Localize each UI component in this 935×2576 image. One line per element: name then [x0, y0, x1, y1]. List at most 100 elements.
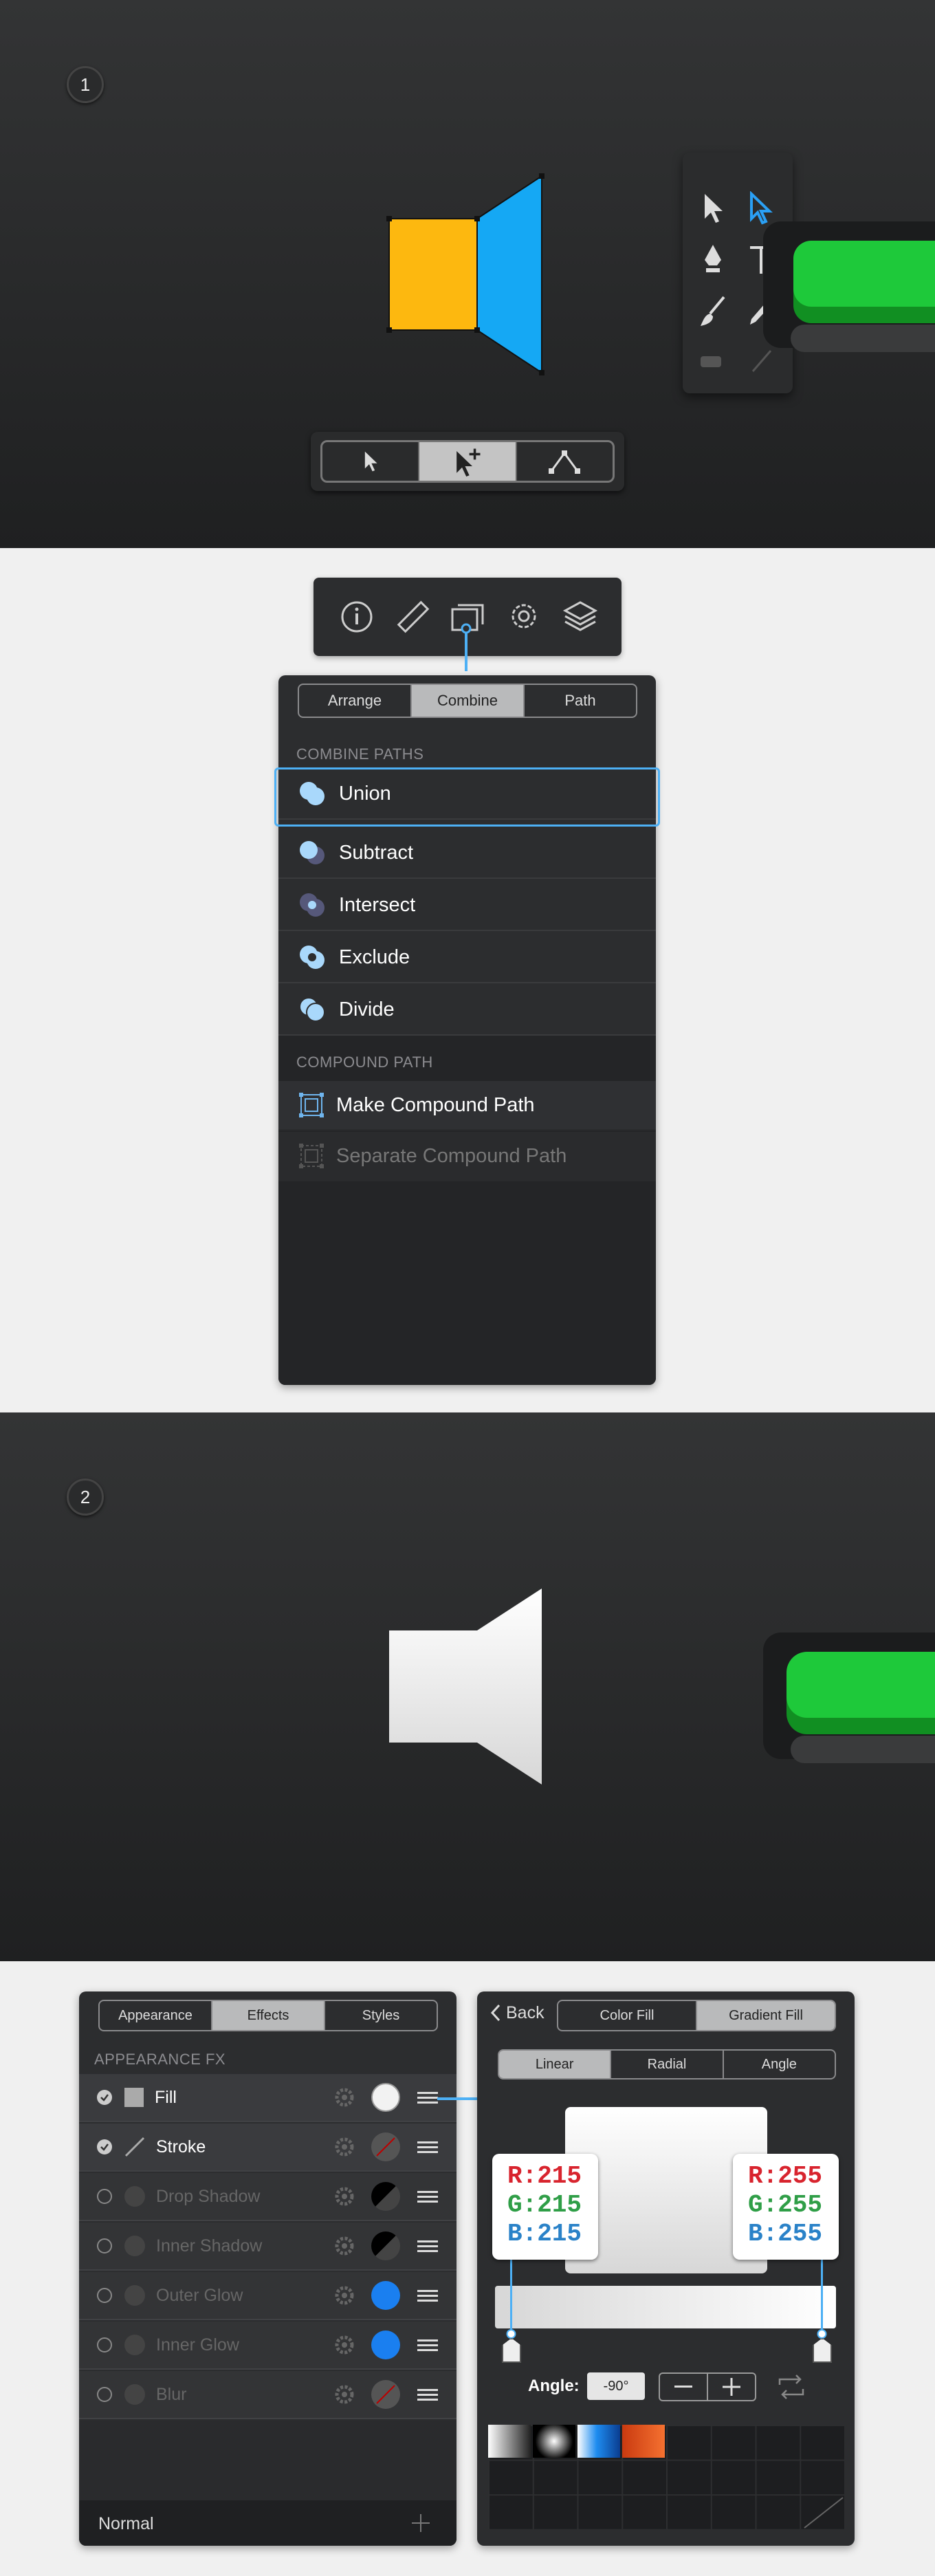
tab-radial[interactable]: Radial	[611, 2051, 724, 2078]
angle-stepper	[659, 2372, 756, 2401]
effect-row-fill[interactable]: Fill	[79, 2074, 456, 2122]
effect-row-inner-glow[interactable]: Inner Glow	[79, 2322, 456, 2370]
step1-canvas: 1	[0, 0, 935, 548]
resize-corner-icon[interactable]	[803, 2496, 844, 2529]
ruler-icon[interactable]	[396, 600, 430, 634]
disabled-circle-icon[interactable]	[97, 2387, 112, 2402]
tab-angle[interactable]: Angle	[724, 2051, 835, 2078]
preset-orange-gradient[interactable]	[622, 2425, 665, 2458]
tab-combine[interactable]: Combine	[412, 685, 525, 717]
brush-tool-icon[interactable]	[698, 294, 728, 329]
disabled-circle-icon[interactable]	[97, 2288, 112, 2303]
effect-row-drop-shadow[interactable]: Drop Shadow	[79, 2173, 456, 2221]
separate-path-icon	[299, 1144, 324, 1168]
combine-tabs: Arrange Combine Path	[298, 684, 637, 718]
effect-row-inner-shadow[interactable]: Inner Shadow	[79, 2223, 456, 2271]
select-mode-button[interactable]	[322, 442, 420, 481]
tab-color-fill[interactable]: Color Fill	[558, 2001, 697, 2030]
gear-icon[interactable]	[333, 2235, 355, 2257]
disabled-circle-icon[interactable]	[97, 2337, 112, 2353]
toggle-bar	[763, 1633, 935, 1763]
subtract-icon	[300, 841, 324, 864]
knife-tool-icon[interactable]	[746, 348, 776, 375]
effect-row-blur[interactable]: Blur	[79, 2371, 456, 2419]
effect-dot-icon	[124, 2384, 145, 2405]
intersect-item[interactable]: Intersect	[278, 880, 656, 931]
direct-select-icon[interactable]	[745, 191, 775, 226]
pen-tool-icon[interactable]	[698, 242, 728, 276]
fill-color-swatch[interactable]	[371, 2083, 400, 2112]
select-add-mode-button[interactable]	[419, 442, 517, 481]
blend-mode-select[interactable]: Normal	[98, 2514, 154, 2534]
exclude-item[interactable]: Exclude	[278, 932, 656, 983]
tab-linear[interactable]: Linear	[499, 2051, 612, 2078]
effect-row-stroke[interactable]: Stroke	[79, 2124, 456, 2172]
green-toggle[interactable]	[786, 1652, 935, 1718]
blur-swatch[interactable]	[371, 2380, 400, 2409]
preset-gray-gradient[interactable]	[488, 2425, 531, 2458]
stroke-color-swatch[interactable]	[371, 2132, 400, 2161]
reorder-handle-icon[interactable]	[417, 2337, 438, 2354]
effects-empty-area	[79, 2421, 456, 2500]
tab-styles[interactable]: Styles	[325, 2001, 437, 2030]
gear-icon[interactable]	[333, 2185, 355, 2207]
gradient-type-tabs: Linear Radial Angle	[498, 2049, 836, 2080]
preset-radial-gradient[interactable]	[533, 2425, 575, 2458]
orange-rectangle	[388, 218, 478, 331]
add-icon[interactable]	[410, 2513, 431, 2533]
green-toggle[interactable]	[793, 241, 935, 307]
plus-icon	[723, 2378, 740, 2396]
tab-gradient-fill[interactable]: Gradient Fill	[697, 2001, 835, 2030]
combine-paths-header: COMBINE PATHS	[296, 745, 424, 763]
effect-dot-icon	[124, 2236, 145, 2256]
shadow-color-swatch[interactable]	[371, 2231, 400, 2260]
fill-type-tabs: Color Fill Gradient Fill	[557, 2000, 836, 2031]
tab-effects[interactable]: Effects	[212, 2001, 325, 2030]
layers-icon[interactable]	[562, 600, 598, 634]
left-stop-rgb-label: R:215 G:215 B:215	[492, 2154, 598, 2260]
reorder-handle-icon[interactable]	[417, 2238, 438, 2255]
stroke-line-icon	[124, 2137, 145, 2157]
gear-icon[interactable]	[333, 2086, 355, 2108]
subtract-item[interactable]: Subtract	[278, 828, 656, 879]
eraser-tool-icon[interactable]	[696, 348, 727, 375]
preset-blue-gradient[interactable]	[578, 2425, 620, 2458]
reorder-handle-icon[interactable]	[417, 2188, 438, 2205]
gear-icon[interactable]	[333, 2136, 355, 2158]
glow-color-swatch[interactable]	[371, 2331, 400, 2359]
node-mode-button[interactable]	[517, 442, 613, 481]
gear-icon[interactable]	[333, 2383, 355, 2405]
divide-item[interactable]: Divide	[278, 985, 656, 1036]
tab-path[interactable]: Path	[525, 685, 636, 717]
decrement-button[interactable]	[660, 2374, 708, 2400]
tab-appearance[interactable]: Appearance	[100, 2001, 212, 2030]
effect-row-outer-glow[interactable]: Outer Glow	[79, 2272, 456, 2320]
compound-path-header: COMPOUND PATH	[296, 1054, 433, 1071]
info-icon[interactable]	[340, 600, 374, 634]
minus-icon	[674, 2386, 692, 2388]
reorder-handle-icon[interactable]	[417, 2089, 438, 2106]
reorder-handle-icon[interactable]	[417, 2386, 438, 2403]
disabled-circle-icon[interactable]	[97, 2189, 112, 2204]
enabled-checkmark-icon[interactable]	[97, 2139, 112, 2154]
shadow-color-swatch[interactable]	[371, 2182, 400, 2211]
angle-field[interactable]: -90°	[587, 2372, 645, 2400]
tab-arrange[interactable]: Arrange	[299, 685, 412, 717]
swap-arrows-icon[interactable]	[777, 2374, 806, 2400]
selection-mode-bar	[311, 432, 624, 491]
increment-button[interactable]	[708, 2374, 755, 2400]
reorder-handle-icon[interactable]	[417, 2139, 438, 2156]
enabled-checkmark-icon[interactable]	[97, 2090, 112, 2105]
arrow-cursor-icon[interactable]	[698, 191, 728, 226]
make-compound-item[interactable]: Make Compound Path	[278, 1081, 656, 1131]
gear-icon[interactable]	[506, 598, 542, 634]
gear-icon[interactable]	[333, 2334, 355, 2356]
back-button[interactable]: Back	[490, 2002, 544, 2023]
disabled-circle-icon[interactable]	[97, 2238, 112, 2253]
glow-color-swatch[interactable]	[371, 2281, 400, 2310]
gear-icon[interactable]	[333, 2284, 355, 2306]
reorder-handle-icon[interactable]	[417, 2287, 438, 2304]
gradient-presets-grid	[488, 2425, 844, 2529]
node-path-icon	[549, 450, 581, 474]
separate-compound-item[interactable]: Separate Compound Path	[278, 1132, 656, 1181]
